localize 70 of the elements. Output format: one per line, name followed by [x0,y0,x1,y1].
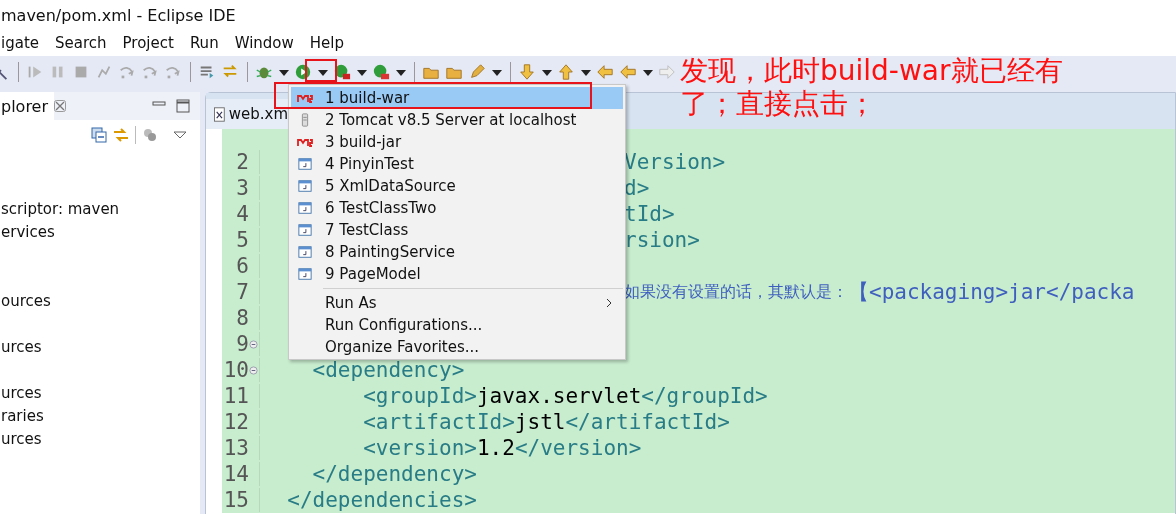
window-icon [297,223,313,237]
code-text: tId> [624,201,675,227]
menu-item[interactable]: Search [47,34,115,52]
line-number: 13 [223,436,249,460]
line-number: 14 [223,462,249,486]
tree-item[interactable]: urces [1,384,42,402]
window-title: maven/pom.xml - Eclipse IDE [1,5,236,25]
menu-item[interactable]: Organize Favorites... [291,336,623,358]
filter-icon[interactable] [142,127,158,143]
annotation-text: 了；直接点击； [680,87,877,120]
code-text: <artifactId>jstl</artifactId> [363,410,730,434]
menu-item[interactable]: 2 Tomcat v8.5 Server at localhost [291,109,623,131]
menu-item[interactable]: 8 PaintingService [291,241,623,263]
window-icon [297,157,313,171]
window-icon [297,267,313,281]
code-text: </dependencies> [287,488,477,512]
annotation-text: 发现，此时build-war就已经有 [680,54,1063,87]
line-number: 6 [236,254,249,278]
code-text: </dependency> [312,462,477,486]
line-number: 3 [236,176,249,200]
code-text: <groupId>javax.servlet</groupId> [363,384,768,408]
maximize-icon[interactable] [176,99,190,113]
menu-item[interactable]: Window [226,34,302,52]
code-text: <dependency> [312,358,465,382]
line-number: 4 [236,202,249,226]
line-number: 12 [223,410,249,434]
line-number: 7 [236,280,249,304]
collapse-all-icon[interactable] [91,127,107,143]
menu-item[interactable]: 3 build-jar [291,131,623,153]
fold-icon[interactable] [249,365,258,375]
code-text: d> [624,175,650,201]
menu-item[interactable]: 5 XmlDataSource [291,175,623,197]
line-number: 9 [236,332,249,356]
menu-item[interactable]: Help [301,34,352,52]
code-text: rsion> [624,227,700,253]
menu-item[interactable]: Run [181,34,227,52]
tree-item[interactable]: raries [1,407,44,425]
code-text: Version> [624,149,726,175]
menu-item[interactable]: Project [114,34,182,52]
file-icon [214,106,225,122]
line-number: 15 [223,488,249,512]
menu-item[interactable]: 4 PinyinTest [291,153,623,175]
view-tab[interactable]: plorer [0,92,55,120]
menu-item[interactable]: igate [0,34,47,52]
tree-item[interactable]: ources [1,292,51,310]
tree-item[interactable]: urces [1,338,42,356]
tree-item[interactable]: scriptor: maven [1,200,120,218]
line-number: 11 [223,384,249,408]
line-number: 2 [236,150,249,174]
menu-item[interactable]: 6 TestClassTwo [291,197,623,219]
fold-icon[interactable] [249,339,258,349]
tree-item[interactable]: ervices [1,223,55,241]
line-number: 8 [236,306,249,330]
code-text: 如果没有设置的话，其默认是：【<packaging>jar</packa [624,279,1135,305]
window-icon [297,179,313,193]
tree-item[interactable]: urces [1,430,42,448]
menu-item[interactable]: 9 PageModel [291,263,623,285]
menu-item[interactable]: Run As [291,292,623,314]
line-number: 5 [236,228,249,252]
menu-item[interactable]: 1 build-war [291,87,623,109]
run-icon[interactable] [294,63,312,81]
link-icon[interactable] [113,127,129,143]
editor-tab[interactable]: web.xm [206,99,288,129]
menu-item[interactable]: 7 TestClass [291,219,623,241]
menu-item[interactable]: Run Configurations... [291,314,623,336]
close-icon[interactable] [54,100,67,112]
window-icon [297,245,313,259]
window-icon [297,201,313,215]
code-text: <version>1.2</version> [363,436,642,460]
line-number: 10 [223,358,249,382]
